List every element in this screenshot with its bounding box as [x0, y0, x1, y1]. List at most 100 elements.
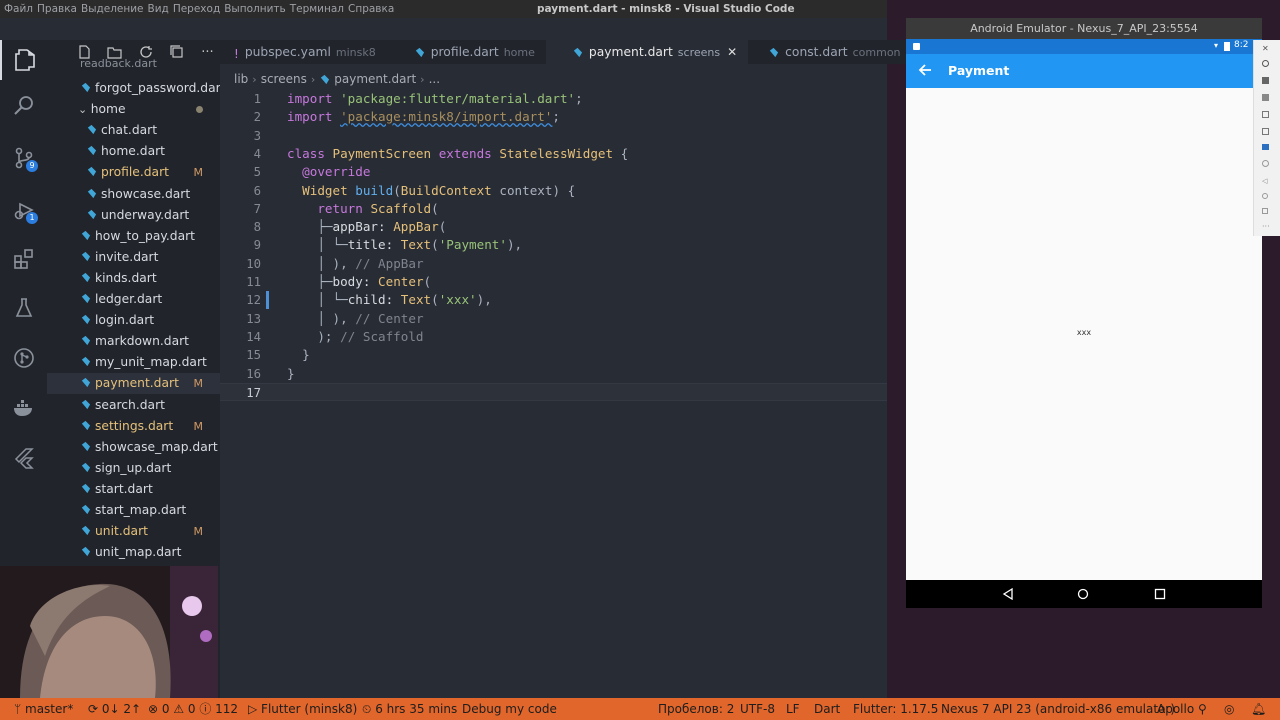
home-icon[interactable] [1262, 193, 1268, 199]
tree-item[interactable]: home.dart [47, 141, 220, 162]
tree-item[interactable]: my_unit_map.dart [47, 352, 220, 373]
branch-indicator[interactable]: ᛘ master* [14, 698, 73, 720]
tab-const[interactable]: const.dart common [748, 40, 912, 64]
zoom-icon[interactable] [1262, 160, 1269, 167]
eol-setting[interactable]: LF [786, 698, 800, 720]
tree-item-partial[interactable]: readback.dart [47, 58, 220, 70]
extensions-button[interactable] [0, 239, 47, 279]
volume-down-icon[interactable] [1262, 94, 1269, 101]
camera-icon[interactable] [1262, 144, 1269, 150]
rotate-right-icon[interactable] [1262, 128, 1269, 135]
tree-item[interactable]: search.dart [47, 395, 220, 416]
bell-icon[interactable]: 🔔︎ [1251, 698, 1266, 720]
tab-pubspec[interactable]: ! pubspec.yaml minsk8 [220, 40, 387, 64]
tree-item[interactable]: how_to_pay.dart [47, 226, 220, 247]
tree-item[interactable]: chat.dart [47, 120, 220, 141]
nav-recents-icon[interactable] [1154, 588, 1166, 600]
punct: ( [423, 274, 432, 289]
search-button[interactable] [0, 86, 47, 126]
git-graph-button[interactable] [0, 338, 47, 378]
tree-item-label: readback.dart [80, 58, 157, 70]
language-mode[interactable]: Dart [814, 698, 840, 720]
more-icon[interactable]: ··· [1262, 222, 1272, 232]
nav-home-icon[interactable] [1077, 588, 1089, 600]
tree-item[interactable]: underway.dart [47, 205, 220, 226]
tree-item[interactable]: login.dart [47, 310, 220, 331]
tree-item[interactable]: invite.dart [47, 247, 220, 268]
flutter-button[interactable] [0, 438, 47, 478]
code-line: 2 import 'package:minsk8/import.dart'; [220, 108, 887, 126]
line-number: 17 [246, 385, 261, 400]
punct: context) { [491, 182, 576, 198]
close-icon[interactable]: ✕ [727, 45, 737, 59]
close-icon[interactable]: ✕ [1262, 44, 1272, 54]
webcam-overlay [0, 566, 218, 698]
folder-changes-dot [196, 106, 203, 114]
explorer-button[interactable] [0, 40, 47, 80]
dart-icon [87, 188, 97, 198]
breadcrumb-lib[interactable]: lib [234, 72, 248, 86]
chevron-right-icon: › [252, 72, 257, 86]
tree-item[interactable]: payment.dart M [47, 373, 220, 395]
punct: ); [317, 328, 333, 344]
launch-config[interactable]: ▷ Flutter (minsk8) [248, 698, 357, 720]
dart-icon [81, 504, 91, 515]
source-control-button[interactable]: 9 [0, 138, 47, 178]
line-number: 12 [246, 293, 261, 308]
line-number: 4 [253, 146, 261, 161]
tree-item[interactable]: start.dart [47, 479, 220, 500]
code-line: 13 │ ), // Center [220, 310, 887, 328]
live-share-icon[interactable]: ◎ [1224, 698, 1234, 720]
tree-item[interactable]: settings.dart M [47, 416, 220, 437]
volume-up-icon[interactable] [1262, 77, 1269, 84]
tree-item[interactable]: profile.dart M [47, 162, 220, 183]
breadcrumb-file[interactable]: payment.dart [334, 72, 416, 86]
tree-folder[interactable]: ⌄ home [47, 99, 220, 120]
problems-indicator[interactable]: ⊗ 0 ⚠ 0 ⓘ 112 [148, 698, 238, 720]
power-icon[interactable] [1262, 60, 1269, 67]
property: body: [332, 274, 371, 289]
debug-button[interactable]: 1 [0, 190, 47, 230]
flutter-version[interactable]: Flutter: 1.17.5 [853, 698, 938, 720]
back-icon[interactable]: ◁ [1262, 177, 1272, 187]
tree-item[interactable]: kinds.dart [47, 268, 220, 289]
code-editor[interactable]: 1 import 'package:flutter/material.dart';… [220, 89, 887, 698]
arrow-back-icon[interactable] [916, 61, 934, 79]
app-bar-title: Payment [948, 63, 1010, 78]
tree-item[interactable]: markdown.dart [47, 331, 220, 352]
tab-profile[interactable]: profile.dart home [386, 40, 546, 64]
tree-item[interactable]: showcase.dart [47, 184, 220, 205]
debug-mode[interactable]: Debug my code [462, 698, 557, 720]
tree-item[interactable]: forgot_password.dart [47, 78, 220, 99]
docker-button[interactable] [0, 388, 47, 428]
android-nav-bar [906, 580, 1262, 608]
tree-item[interactable]: showcase_map.dart [47, 437, 220, 458]
tab-payment[interactable]: payment.dart screens ✕ [545, 40, 749, 64]
punct: } [302, 347, 310, 363]
nav-back-icon[interactable] [1002, 588, 1014, 600]
overview-icon[interactable] [1262, 208, 1268, 214]
tree-item[interactable]: sign_up.dart [47, 458, 220, 479]
tree-item[interactable]: start_map.dart [47, 500, 220, 521]
time-tracker[interactable]: ⏲ 6 hrs 35 mins [362, 698, 457, 720]
sync-indicator[interactable]: ⟳ 0↓ 2↑ [88, 698, 141, 720]
emulator-side-toolbar: ✕ ◁ ··· [1253, 40, 1280, 236]
breadcrumb-more[interactable]: ... [429, 72, 440, 86]
android-emulator-window: Android Emulator - Nexus_7_API_23:5554 ▾… [906, 18, 1262, 608]
testing-button[interactable] [0, 288, 47, 328]
indent-setting[interactable]: Пробелов: 2 [658, 698, 734, 720]
string: 'package:minsk8/import.dart' [340, 109, 553, 125]
dart-icon [81, 526, 91, 536]
punct: ( [431, 292, 439, 308]
tree-item[interactable]: ledger.dart [47, 289, 220, 310]
breadcrumb-screens[interactable]: screens [261, 72, 307, 86]
device-selector[interactable]: Nexus 7 API 23 (android-x86 emulator) [941, 698, 1175, 720]
tree-item[interactable]: unit.dart M [47, 521, 220, 542]
punct: ( [438, 219, 447, 235]
line-number: 3 [253, 128, 261, 143]
encoding-setting[interactable]: UTF-8 [740, 698, 775, 720]
tree-item[interactable]: unit_map.dart [47, 542, 220, 563]
rotate-left-icon[interactable] [1262, 111, 1269, 118]
tree-item-label: how_to_pay.dart [95, 228, 196, 243]
apollo-indicator[interactable]: Apollo ⚲ [1157, 698, 1207, 720]
